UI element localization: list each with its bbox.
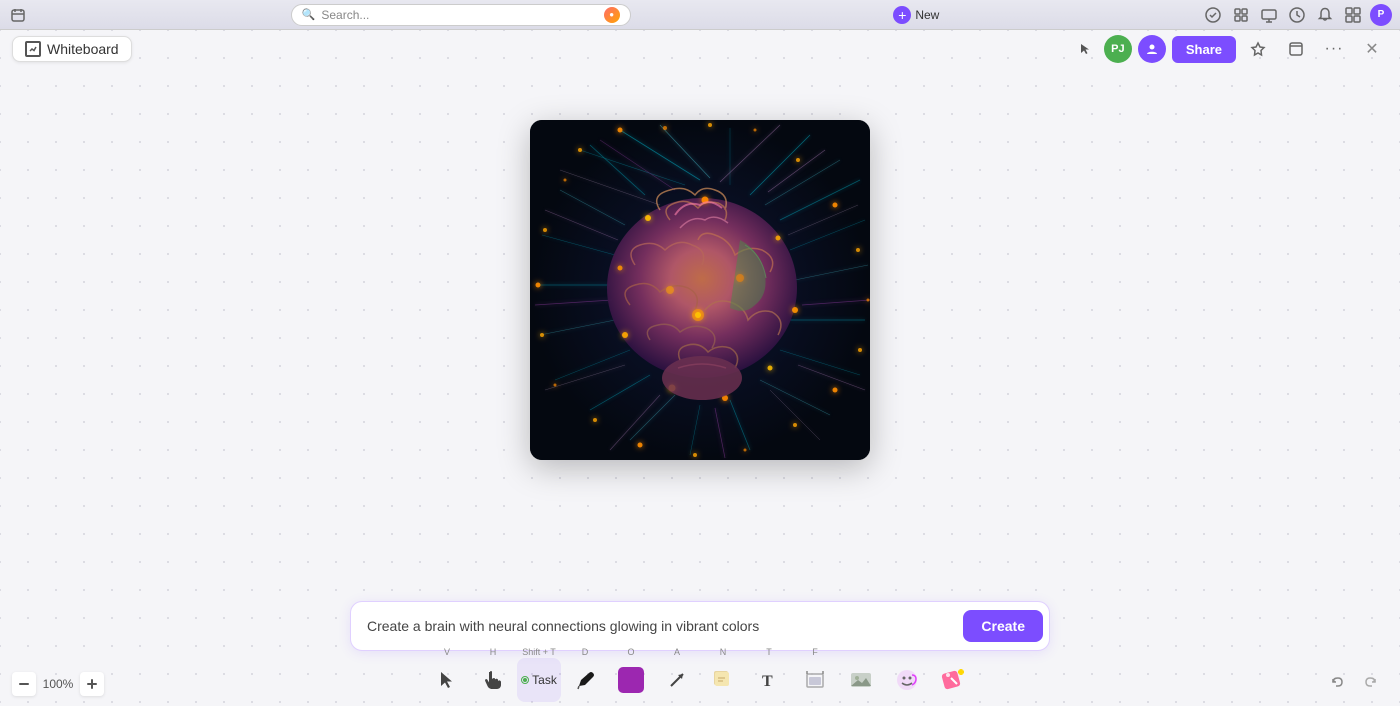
bottom-toolbar: 100% V H [0,656,1400,706]
maximize-button[interactable] [1280,33,1312,65]
tool-ai [931,657,975,702]
user-avatar-green[interactable]: PJ [1104,35,1132,63]
new-button[interactable]: + New [893,6,939,24]
undo-redo-controls [1324,668,1384,696]
image-tool-button[interactable] [839,658,883,702]
brain-visualization [530,120,870,460]
browser-chrome: 🔍 Search... ● + New [0,0,1400,30]
ai-prompt-input[interactable] [367,618,963,634]
whiteboard-title: Whiteboard [12,36,132,62]
shortcut-shift-t: Shift + T [522,648,556,657]
ai-tool-button[interactable] [931,658,975,702]
ai-prompt-bar: Create [350,601,1050,651]
sticker-tool-button[interactable] [885,658,929,702]
app-toolbar: Whiteboard PJ Share [0,30,1400,68]
tool-hand: H [471,648,515,702]
whiteboard-app: Whiteboard PJ Share [0,30,1400,706]
task-tool-button[interactable]: Task [517,658,561,702]
brain-image-canvas [530,120,870,460]
shortcut-t: T [766,648,772,657]
frame-tool-button[interactable] [793,658,837,702]
tool-color: O [609,648,653,702]
shortcut-a: A [674,648,680,657]
arrow-tool-button[interactable] [655,658,699,702]
more-button[interactable]: ··· [1318,33,1350,65]
note-tool-button[interactable] [701,658,745,702]
close-button[interactable]: ✕ [1356,33,1388,65]
user-avatar[interactable]: P [1370,4,1392,26]
redo-button[interactable] [1356,668,1384,696]
tool-task: Shift + T Task [517,648,561,702]
new-plus-icon: + [893,6,911,24]
shortcut-n: N [720,648,727,657]
draw-tool-button[interactable] [563,658,607,702]
whiteboard-icon [25,41,41,57]
shortcut-o: O [627,648,634,657]
tool-group: V H Shift + T [425,648,975,702]
tool-image [839,657,883,702]
search-text: Search... [321,8,597,22]
user-avatar-purple[interactable] [1138,35,1166,63]
tool-note: N [701,648,745,702]
clock-icon[interactable] [1286,4,1308,26]
bell-icon[interactable] [1314,4,1336,26]
color-tool-button[interactable] [609,658,653,702]
text-tool-button[interactable]: T [747,658,791,702]
browser-search-bar[interactable]: 🔍 Search... ● [291,4,631,26]
tool-sticker [885,657,929,702]
tool-text: T T [747,648,791,702]
shortcut-h: H [490,648,497,657]
screen-icon[interactable] [1258,4,1280,26]
grid-icon[interactable] [1342,4,1364,26]
zoom-level-display: 100% [40,677,76,691]
shortcut-d: D [582,648,589,657]
create-button[interactable]: Create [963,610,1043,642]
tool-draw: D [563,648,607,702]
browser-nav [8,5,28,25]
zoom-out-button[interactable] [12,672,36,696]
shortcut-f: F [812,648,818,657]
cursor-indicator [1074,37,1098,61]
star-button[interactable] [1242,33,1274,65]
hand-tool-button[interactable] [471,658,515,702]
zoom-controls: 100% [12,672,104,696]
top-right-controls: PJ Share ··· [1074,33,1388,65]
tool-select: V [425,648,469,702]
share-button[interactable]: Share [1172,36,1236,63]
undo-button[interactable] [1324,668,1352,696]
calendar-icon[interactable] [8,5,28,25]
shortcut-v: V [444,648,450,657]
check-circle-icon[interactable] [1202,4,1224,26]
tool-frame: F [793,648,837,702]
svg-text:T: T [762,673,773,690]
tool-arrow: A [655,648,699,702]
browser-right-controls: P [1202,4,1392,26]
browser-logo: ● [604,7,620,23]
select-tool-button[interactable] [425,658,469,702]
search-icon: 🔍 [302,8,316,21]
zoom-in-button[interactable] [80,672,104,696]
extensions-icon[interactable] [1230,4,1252,26]
